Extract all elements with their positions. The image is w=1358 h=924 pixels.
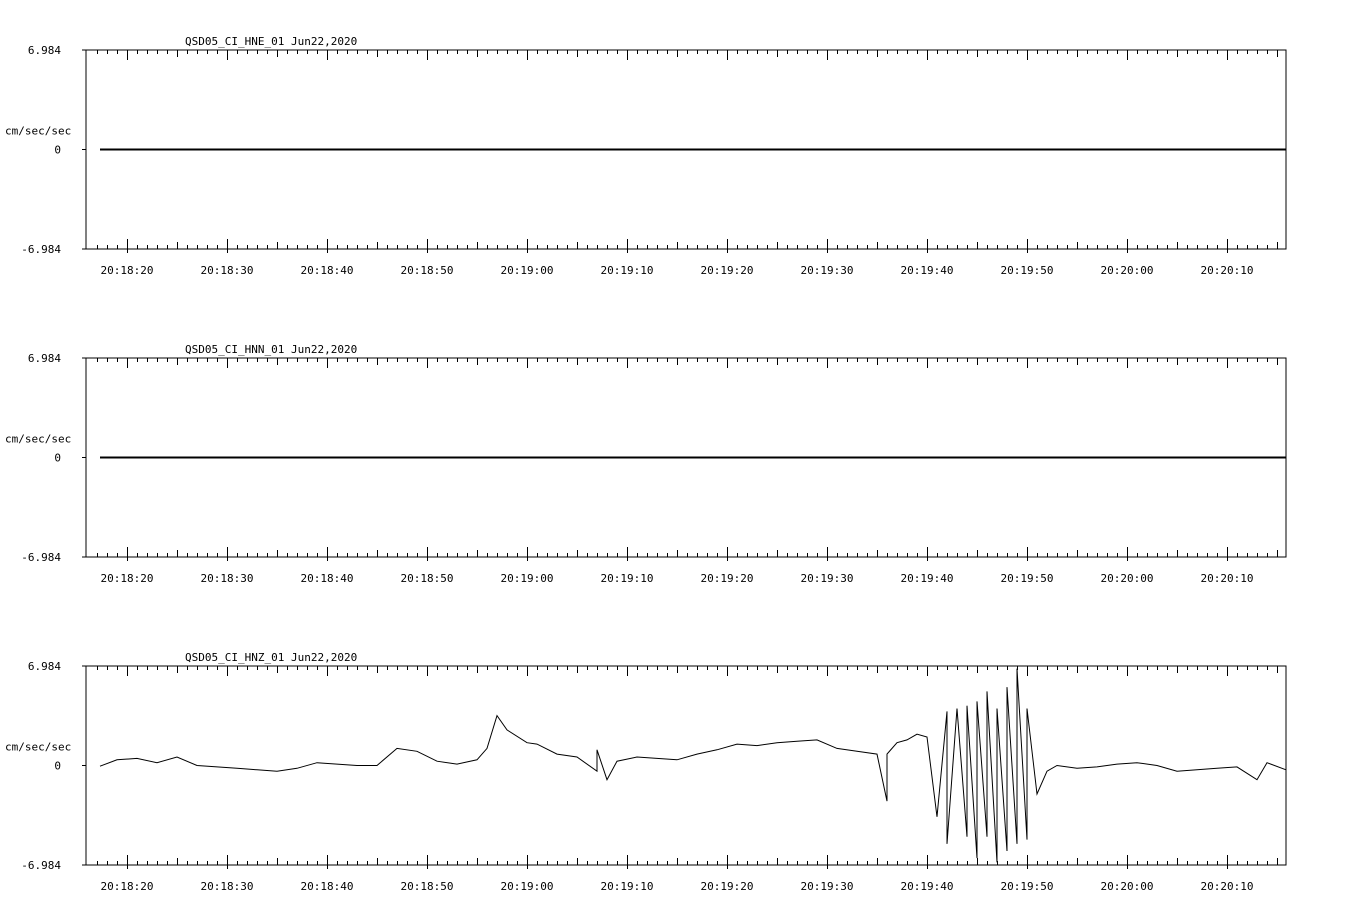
x-tick-label: 20:18:40 [301, 572, 354, 585]
y-tick-label: 6.984 [28, 44, 61, 57]
x-tick-label: 20:18:50 [401, 264, 454, 277]
y-tick-label: 0 [54, 144, 61, 157]
x-tick-label: 20:19:40 [901, 880, 954, 893]
x-tick-label: 20:19:50 [1001, 880, 1054, 893]
x-tick-label: 20:20:10 [1201, 264, 1254, 277]
x-tick-label: 20:19:10 [601, 264, 654, 277]
x-tick-label: 20:19:00 [501, 880, 554, 893]
seismogram-figure: QSD05_CI_HNE_01 Jun22,2020 6.984 0 -6.984 cm… [5, 35, 1287, 893]
y-tick-label: 6.984 [28, 352, 61, 365]
y-tick-label: 0 [54, 760, 61, 773]
y-tick-label: 6.984 [28, 660, 61, 673]
x-tick-label: 20:19:50 [1001, 264, 1054, 277]
y-tick-label: -6.984 [21, 243, 61, 256]
x-tick-label: 20:19:10 [601, 572, 654, 585]
x-tick-label: 20:20:10 [1201, 880, 1254, 893]
x-tick-label: 20:20:00 [1101, 264, 1154, 277]
y-tick-label: -6.984 [21, 551, 61, 564]
x-tick-label: 20:18:50 [401, 572, 454, 585]
x-tick-label: 20:18:20 [101, 880, 154, 893]
chart-title: QSD05_CI_HNN_01 Jun22,2020 [185, 343, 357, 356]
x-tick-label: 20:18:50 [401, 880, 454, 893]
x-tick-label: 20:19:50 [1001, 572, 1054, 585]
x-tick-label: 20:18:20 [101, 264, 154, 277]
x-tick-label: 20:20:00 [1101, 880, 1154, 893]
chart-title: QSD05_CI_HNZ_01 Jun22,2020 [185, 651, 357, 664]
x-tick-label: 20:19:20 [701, 880, 754, 893]
x-tick-label: 20:19:00 [501, 572, 554, 585]
x-tick-label: 20:19:20 [701, 572, 754, 585]
x-tick-label: 20:18:40 [301, 880, 354, 893]
x-tick-label: 20:19:30 [801, 880, 854, 893]
x-tick-label: 20:18:30 [201, 264, 254, 277]
data-trace [99, 668, 1287, 863]
x-tick-label: 20:19:20 [701, 264, 754, 277]
x-tick-label: 20:19:40 [901, 264, 954, 277]
x-tick-label: 20:18:40 [301, 264, 354, 277]
y-tick-label: 0 [54, 452, 61, 465]
chart-title: QSD05_CI_HNE_01 Jun22,2020 [185, 35, 357, 48]
y-axis-label: cm/sec/sec [5, 433, 71, 446]
y-axis-label: cm/sec/sec [5, 125, 71, 138]
x-tick-label: 20:19:10 [601, 880, 654, 893]
x-tick-label: 20:18:20 [101, 572, 154, 585]
x-tick-label: 20:19:30 [801, 264, 854, 277]
x-tick-label: 20:19:30 [801, 572, 854, 585]
x-tick-label: 20:18:30 [201, 572, 254, 585]
x-tick-label: 20:18:30 [201, 880, 254, 893]
x-tick-label: 20:20:10 [1201, 572, 1254, 585]
x-tick-label: 20:19:00 [501, 264, 554, 277]
x-tick-label: 20:19:40 [901, 572, 954, 585]
y-axis-label: cm/sec/sec [5, 741, 71, 754]
y-tick-label: -6.984 [21, 859, 61, 872]
x-tick-label: 20:20:00 [1101, 572, 1154, 585]
panel-2: QSD05_CI_HNN_01 Jun22,2020 6.984 0 -6.984 cm… [5, 343, 1287, 585]
panel-3: QSD05_CI_HNZ_01 Jun22,2020 6.984 0 -6.984 cm… [5, 651, 1287, 893]
panel-1: QSD05_CI_HNE_01 Jun22,2020 6.984 0 -6.984 cm… [5, 35, 1287, 277]
